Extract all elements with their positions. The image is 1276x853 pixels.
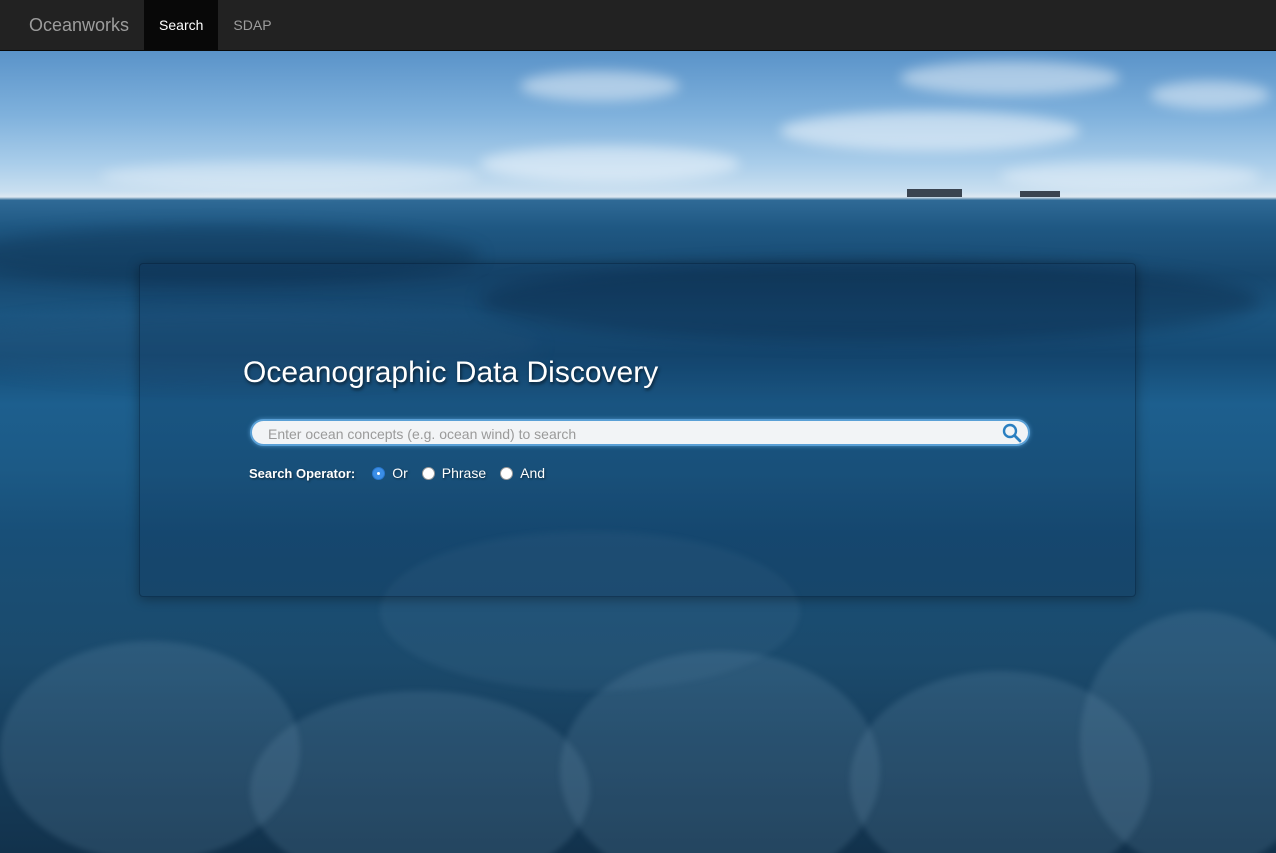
reef (1080, 611, 1276, 853)
nav-item-search[interactable]: Search (144, 0, 219, 50)
radio-phrase-label: Phrase (441, 465, 487, 481)
radio-and-label: And (520, 465, 546, 481)
radio-and[interactable] (500, 466, 514, 480)
reef (250, 691, 590, 853)
boat-icon (907, 189, 962, 197)
search-input[interactable] (266, 421, 1000, 446)
operator-option-and[interactable]: And (500, 465, 545, 481)
cloud (780, 111, 1080, 151)
operator-option-or[interactable]: Or (372, 465, 408, 481)
cloud (1000, 161, 1260, 191)
search-icon[interactable] (1002, 423, 1022, 443)
top-navbar: Oceanworks Search SDAP (0, 0, 1276, 51)
cloud (1150, 81, 1270, 109)
search-operator-label: Search Operator: (249, 465, 356, 481)
search-operator-group: Search Operator: Or Phrase And (249, 462, 559, 484)
page-title: Oceanographic Data Discovery (243, 356, 659, 389)
brand-link[interactable]: Oceanworks (0, 0, 144, 50)
boat-icon (1020, 191, 1060, 197)
cloud (100, 161, 480, 191)
radio-phrase[interactable] (421, 466, 435, 480)
reef (0, 641, 300, 853)
operator-option-phrase[interactable]: Phrase (421, 465, 487, 481)
cloud (900, 61, 1120, 95)
radio-or-label: Or (392, 465, 408, 481)
nav-item-sdap[interactable]: SDAP (218, 0, 286, 50)
cloud (480, 146, 740, 182)
cloud (520, 71, 680, 101)
search-box (250, 419, 1030, 446)
radio-or[interactable] (372, 466, 386, 480)
